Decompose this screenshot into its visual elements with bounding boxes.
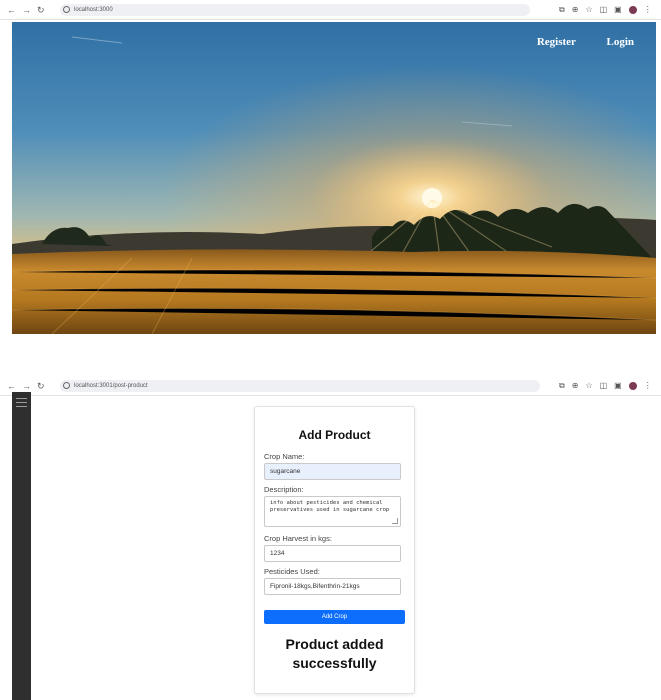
- page-title: Add Product: [298, 428, 371, 442]
- site-info-icon[interactable]: [63, 382, 70, 389]
- pesticides-label: Pesticides Used:: [264, 567, 320, 576]
- zoom-icon[interactable]: ⊕: [572, 4, 579, 16]
- add-crop-button[interactable]: Add Crop: [264, 610, 405, 624]
- description-label: Description:: [264, 485, 304, 494]
- resize-grip-icon[interactable]: [392, 518, 398, 524]
- sunset-field-image: [12, 22, 656, 334]
- success-message: Product added successfully: [285, 636, 384, 671]
- profile-avatar[interactable]: [628, 4, 637, 16]
- star-icon[interactable]: ☆: [585, 4, 592, 16]
- reload-button[interactable]: ↻: [37, 380, 45, 392]
- crop-name-label: Crop Name:: [264, 452, 305, 461]
- extension-icon[interactable]: ◫: [600, 4, 608, 16]
- pesticides-input[interactable]: Fipronil-18kgs,Bifenthrin-21kgs: [264, 578, 401, 595]
- register-link[interactable]: Register: [537, 36, 576, 48]
- cast-icon[interactable]: ⧉: [559, 380, 565, 392]
- address-bar[interactable]: localhost:3001/post-product: [60, 380, 540, 392]
- browser-toolbar: ← → ↻ localhost:3000 ⧉ ⊕ ☆ ◫ ▣ ⋮: [0, 0, 661, 20]
- site-info-icon[interactable]: [63, 6, 70, 13]
- menu-icon[interactable]: ⋮: [644, 380, 652, 392]
- extension-icon[interactable]: ◫: [600, 380, 608, 392]
- top-nav: Register Login: [509, 36, 634, 48]
- hamburger-icon[interactable]: [16, 398, 27, 410]
- toolbar-icons: ⧉ ⊕ ☆ ◫ ▣ ⋮: [552, 4, 652, 16]
- forward-button[interactable]: →: [22, 4, 31, 16]
- add-product-card: Add Product Crop Name: sugarcane Descrip…: [254, 406, 415, 694]
- cast-icon[interactable]: ⧉: [559, 4, 565, 16]
- address-text: localhost:3000: [74, 7, 113, 13]
- toolbar-icons: ⧉ ⊕ ☆ ◫ ▣ ⋮: [552, 380, 652, 392]
- description-textarea[interactable]: info about pesticides and chemical prese…: [264, 496, 401, 527]
- zoom-icon[interactable]: ⊕: [572, 380, 579, 392]
- reload-button[interactable]: ↻: [37, 4, 45, 16]
- crop-name-input[interactable]: sugarcane: [264, 463, 401, 480]
- browser-toolbar-2: ← → ↻ localhost:3001/post-product ⧉ ⊕ ☆ ◫ ▣ ⋮: [0, 376, 661, 396]
- star-icon[interactable]: ☆: [585, 380, 592, 392]
- hero-banner: Register Login: [12, 22, 656, 334]
- back-button[interactable]: ←: [7, 4, 16, 16]
- sidepanel-icon[interactable]: ▣: [614, 4, 622, 16]
- forward-button[interactable]: →: [22, 380, 31, 392]
- description-text: info about pesticides and chemical prese…: [270, 500, 390, 513]
- address-bar[interactable]: localhost:3000: [60, 4, 530, 16]
- harvest-input[interactable]: 1234: [264, 545, 401, 562]
- profile-avatar[interactable]: [628, 380, 637, 392]
- sidepanel-icon[interactable]: ▣: [614, 380, 622, 392]
- login-link[interactable]: Login: [606, 36, 634, 48]
- menu-icon[interactable]: ⋮: [644, 4, 652, 16]
- back-button[interactable]: ←: [7, 380, 16, 392]
- address-text: localhost:3001/post-product: [74, 383, 148, 389]
- harvest-label: Crop Harvest in kgs:: [264, 534, 332, 543]
- sidebar: [12, 392, 31, 700]
